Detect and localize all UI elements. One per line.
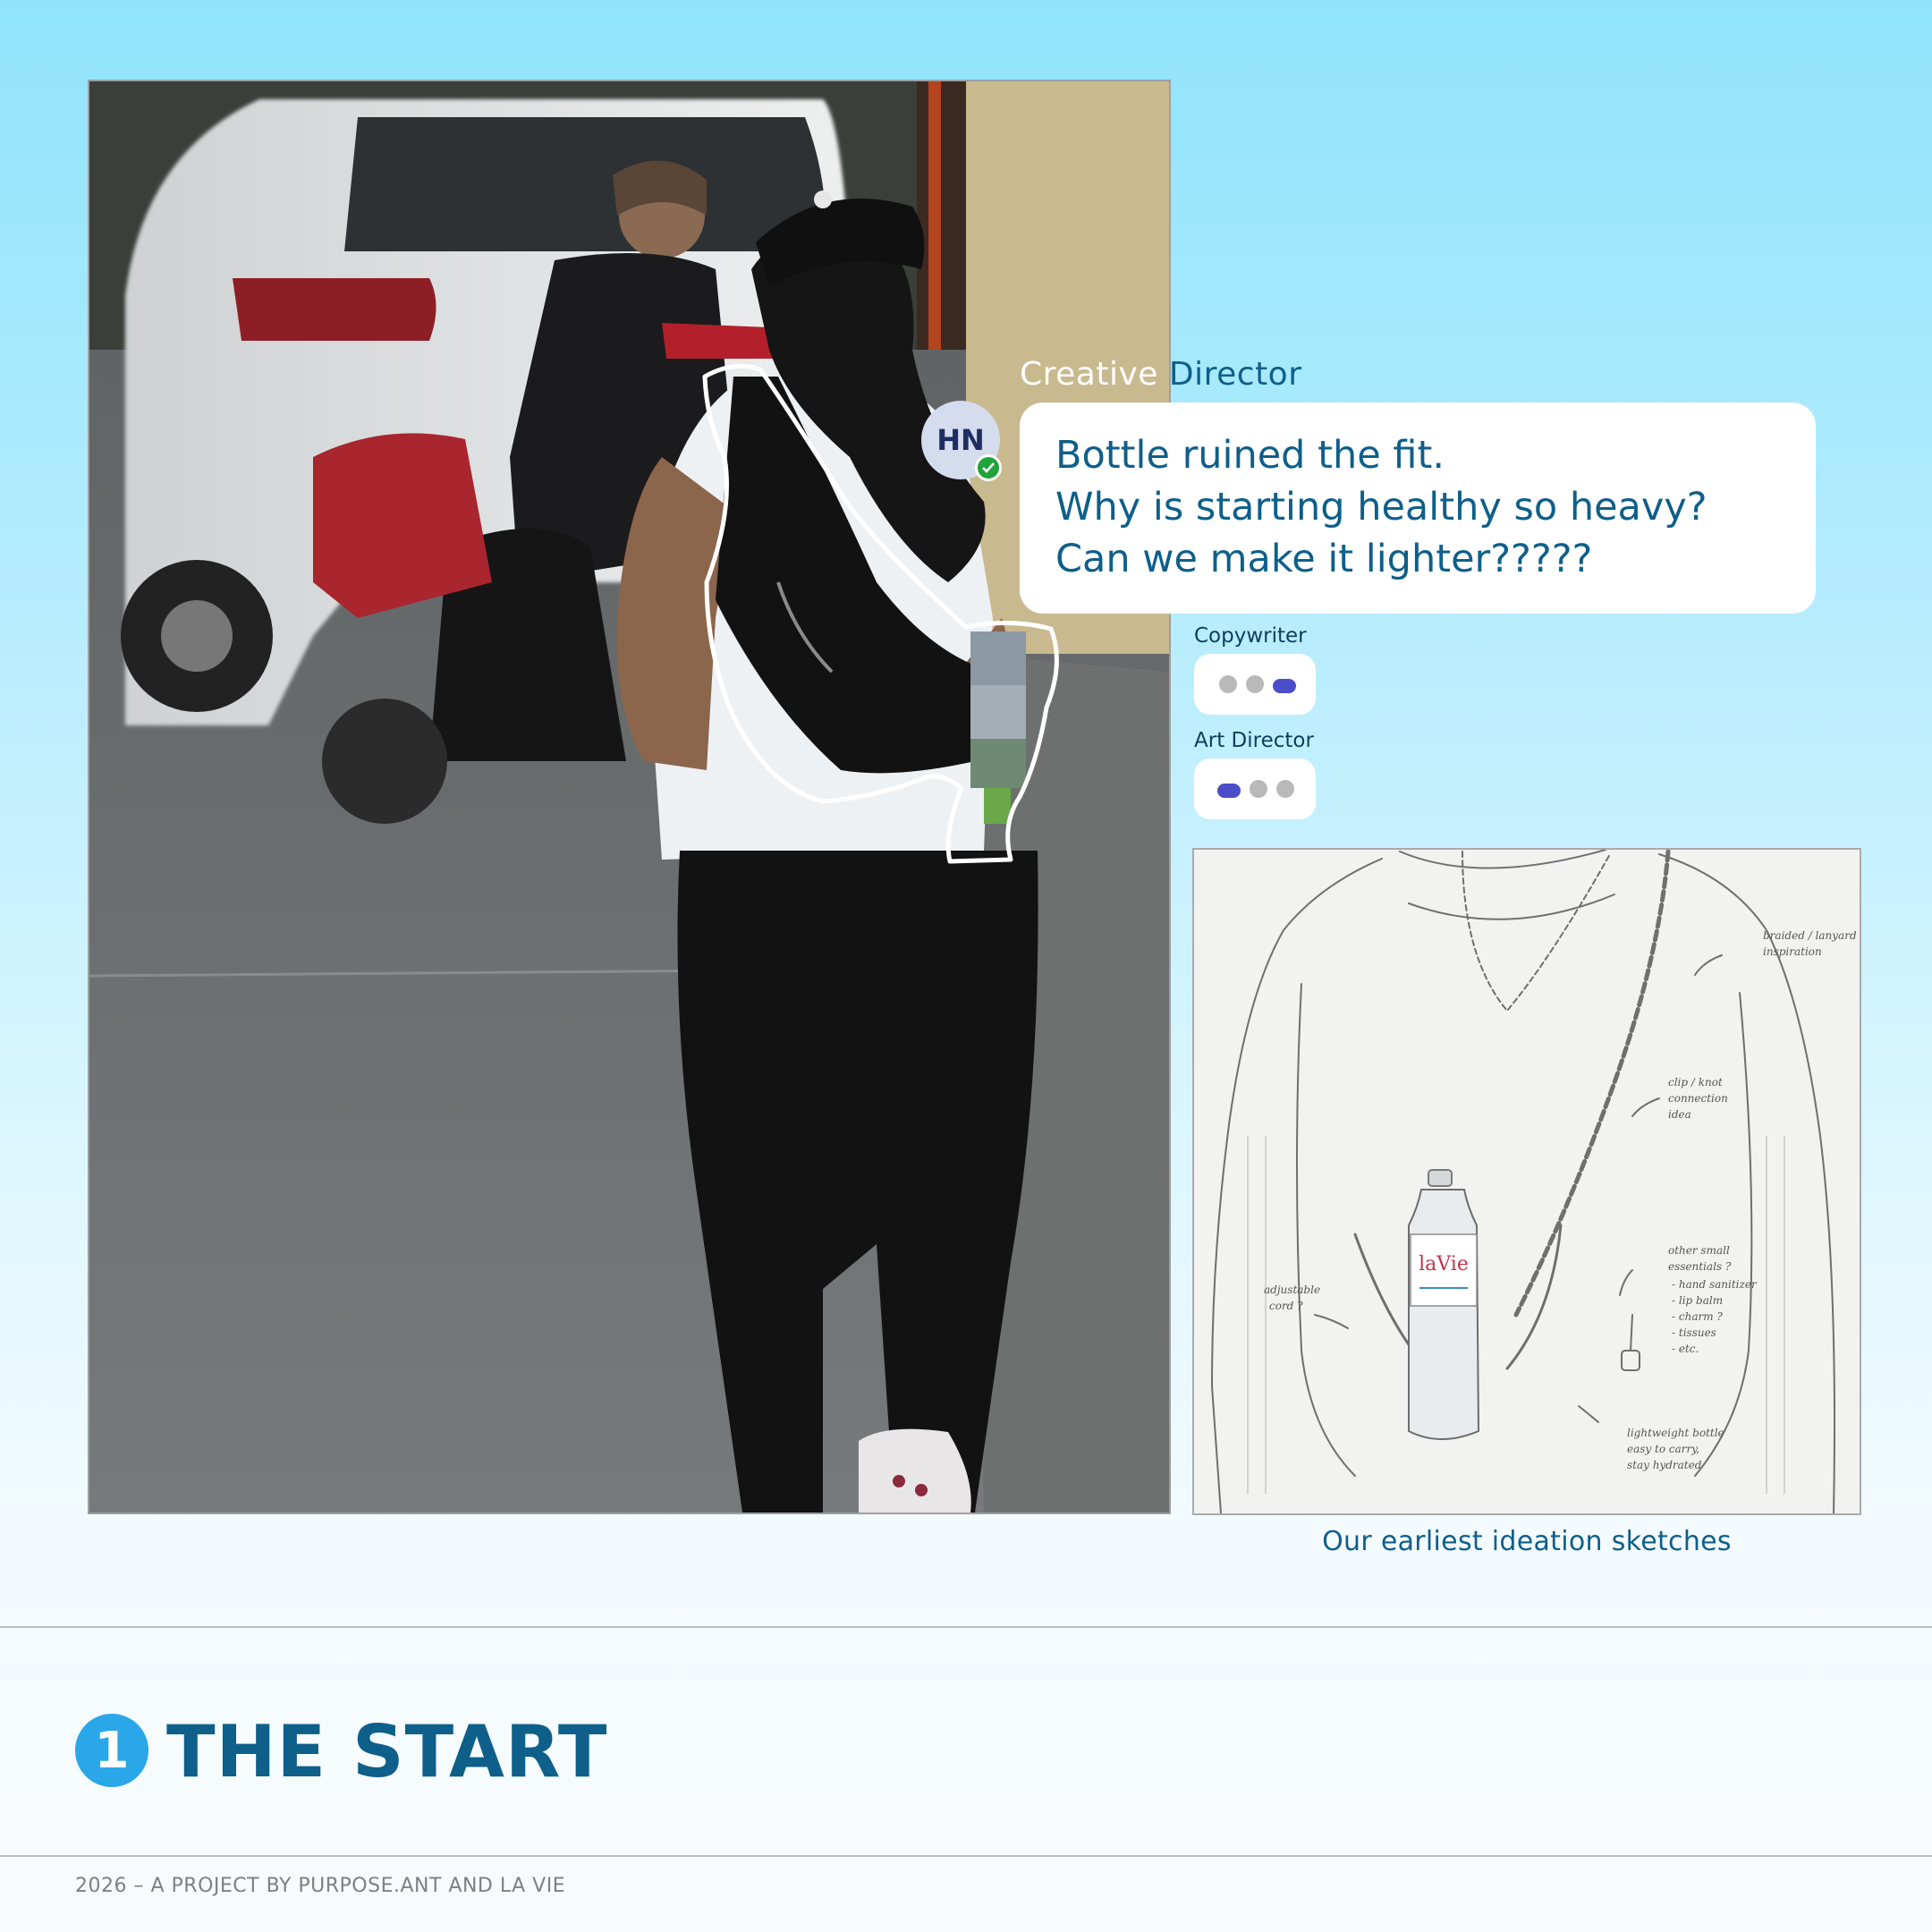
note-clip-line: clip / knot [1668, 1076, 1723, 1089]
message-line: Can we make it lighter????? [1055, 537, 1593, 581]
note-bottle-line: easy to carry, [1627, 1443, 1699, 1455]
verified-check-icon [975, 454, 1002, 481]
step-number-badge: 1 [75, 1714, 148, 1787]
note-essentials-line: - lip balm [1672, 1294, 1723, 1307]
note-lanyard-line: inspiration [1763, 945, 1822, 958]
typing-label-art-director: Art Director [1194, 729, 1314, 752]
note-bottle-line: lightweight bottle [1627, 1427, 1724, 1439]
message-line: Why is starting healthy so heavy? [1055, 485, 1707, 530]
chat-role-title: Creative Director [1020, 356, 1302, 393]
footer-divider [0, 1855, 1932, 1857]
role-title-word-1: Creative [1020, 356, 1158, 393]
section-divider [0, 1626, 1932, 1628]
typing-dot [1250, 780, 1267, 798]
ideation-sketch: laVie braided / lanyard inspiration clip… [1192, 848, 1861, 1515]
note-essentials-line: - tissues [1672, 1326, 1716, 1339]
typing-dot-active [1273, 679, 1296, 693]
note-cord-line: adjustable [1264, 1284, 1320, 1296]
note-essentials-line: other small [1668, 1244, 1730, 1257]
note-clip-line: connection [1668, 1092, 1728, 1105]
typing-indicator-art-director [1194, 758, 1316, 819]
runner-photo [88, 80, 1171, 1514]
message-line: Bottle ruined the fit. [1055, 433, 1445, 478]
typing-dot-active [1217, 784, 1241, 798]
note-essentials-line: - charm ? [1672, 1310, 1723, 1323]
typing-dot [1276, 780, 1294, 798]
typing-dot [1246, 675, 1264, 693]
chat-message-bubble: Bottle ruined the fit. Why is starting h… [1020, 402, 1816, 614]
note-essentials-line: - etc. [1672, 1343, 1699, 1355]
note-bottle-line: stay hydrated [1627, 1459, 1702, 1471]
note-lanyard-line: braided / lanyard [1763, 929, 1857, 942]
note-cord-line: cord ? [1269, 1300, 1303, 1312]
typing-label-copywriter: Copywriter [1194, 624, 1307, 648]
bottle-brand-label: laVie [1419, 1253, 1469, 1275]
sketch-caption: Our earliest ideation sketches [1322, 1526, 1732, 1557]
note-clip-line: idea [1668, 1108, 1691, 1121]
section-title: THE START [166, 1710, 608, 1793]
typing-indicator-copywriter [1194, 654, 1316, 715]
role-title-word-2: Director [1168, 356, 1302, 393]
note-essentials-line: essentials ? [1668, 1260, 1732, 1273]
typing-dot [1219, 675, 1237, 693]
note-essentials-line: - hand sanitizer [1672, 1278, 1758, 1291]
footer-credit: 2026 – A PROJECT BY PURPOSE.ANT AND LA V… [75, 1875, 566, 1897]
